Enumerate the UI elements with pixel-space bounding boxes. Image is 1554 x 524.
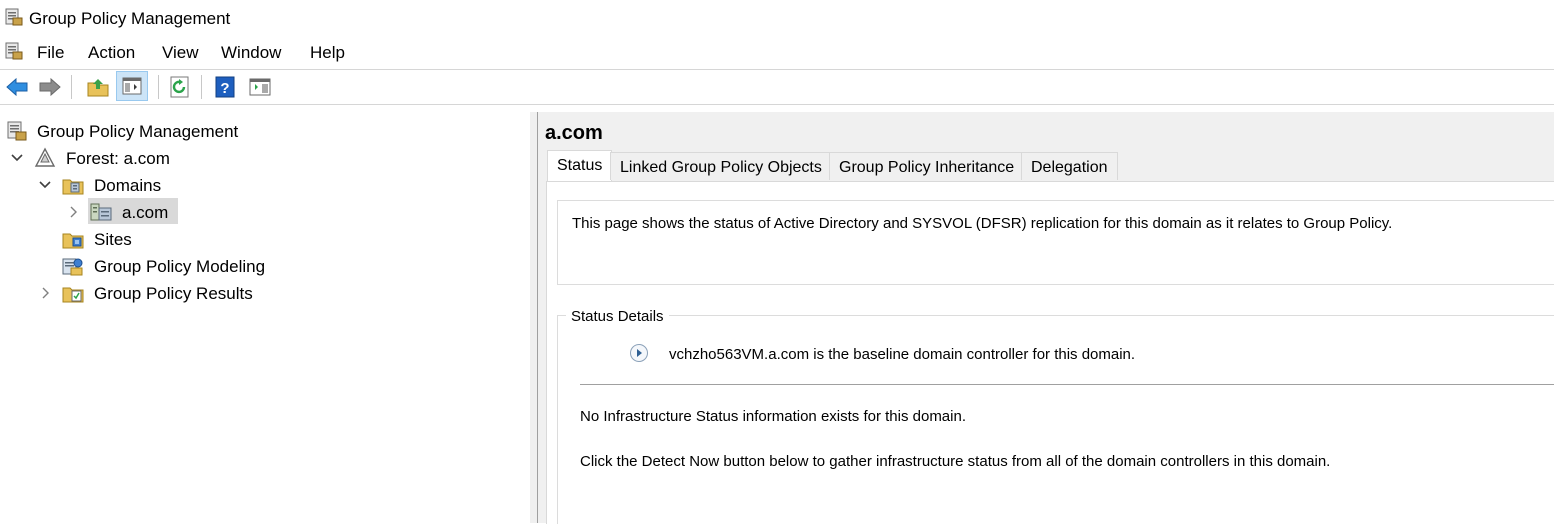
toolbar-separator	[201, 75, 202, 99]
tree-item-sites[interactable]: Sites	[62, 227, 526, 251]
svg-text:?: ?	[220, 80, 229, 97]
show-hide-tree-icon	[122, 77, 142, 95]
tree-item-root[interactable]: Group Policy Management	[6, 119, 526, 143]
divider	[580, 384, 1554, 385]
gpmc-app-icon	[5, 8, 23, 26]
detect-now-hint: Click the Detect Now button below to gat…	[580, 453, 1331, 470]
show-hide-tree-button[interactable]	[116, 71, 148, 101]
domains-folder-icon	[62, 179, 84, 195]
title-bar: Group Policy Management	[0, 0, 1554, 36]
menu-view[interactable]: View	[162, 43, 199, 63]
refresh-icon[interactable]	[168, 75, 192, 99]
tree-label: Group Policy Results	[94, 284, 253, 303]
menu-help[interactable]: Help	[310, 43, 345, 63]
tab-delegation[interactable]: Delegation	[1021, 152, 1118, 180]
forward-arrow-icon[interactable]	[38, 75, 62, 99]
details-title: a.com	[545, 122, 603, 144]
tree-item-domain-a-com[interactable]: a.com	[66, 200, 526, 224]
tree-label: Sites	[94, 230, 132, 249]
tree-label: Group Policy Management	[37, 122, 239, 141]
chevron-right-icon[interactable]	[66, 205, 80, 219]
tree-item-forest[interactable]: Forest: a.com	[10, 146, 526, 170]
window-title: Group Policy Management	[29, 9, 231, 28]
toolbar: ?	[0, 70, 1554, 105]
tab-inheritance[interactable]: Group Policy Inheritance	[829, 152, 1025, 180]
chevron-right-icon[interactable]	[38, 286, 52, 300]
tab-status[interactable]: Status	[547, 150, 613, 182]
modeling-icon	[62, 258, 83, 276]
forest-icon	[34, 147, 56, 167]
system-menu-icon[interactable]	[4, 41, 24, 61]
menu-file[interactable]: File	[37, 43, 64, 63]
show-action-pane-icon[interactable]	[248, 75, 272, 99]
help-icon[interactable]: ?	[213, 75, 237, 99]
tree-item-domains[interactable]: Domains	[38, 173, 526, 197]
expand-circle-icon[interactable]	[629, 343, 649, 363]
tree-label: a.com	[122, 203, 169, 222]
menu-window[interactable]: Window	[221, 43, 281, 63]
tree-item-modeling[interactable]: Group Policy Modeling	[62, 254, 526, 278]
pane-splitter[interactable]	[530, 112, 538, 523]
tree-item-results[interactable]: Group Policy Results	[38, 281, 526, 305]
results-icon	[62, 287, 84, 303]
sites-folder-icon	[62, 233, 84, 249]
status-details-label: Status Details	[566, 308, 669, 325]
chevron-down-icon[interactable]	[10, 151, 24, 165]
up-folder-icon[interactable]	[86, 75, 110, 99]
baseline-dc-text: vchzho563VM.a.com is the baseline domain…	[669, 346, 1136, 363]
toolbar-separator	[158, 75, 159, 99]
tree-label: Forest: a.com	[66, 149, 170, 168]
console-tree-pane[interactable]: Group Policy Management Forest: a.com Do…	[0, 112, 531, 523]
back-arrow-icon[interactable]	[5, 75, 29, 99]
gpmc-icon	[7, 121, 27, 141]
tab-linked-gpos[interactable]: Linked Group Policy Objects	[610, 152, 832, 180]
toolbar-separator	[71, 75, 72, 99]
domain-icon	[90, 203, 112, 221]
info-box	[557, 200, 1554, 285]
menu-action[interactable]: Action	[88, 43, 135, 63]
tree-label: Domains	[94, 176, 162, 195]
chevron-down-icon[interactable]	[38, 178, 52, 192]
tree-label: Group Policy Modeling	[94, 257, 266, 276]
no-infra-status-text: No Infrastructure Status information exi…	[580, 408, 966, 425]
info-text: This page shows the status of Active Dir…	[572, 215, 1393, 232]
menu-bar: File Action View Window Help	[0, 36, 1554, 70]
